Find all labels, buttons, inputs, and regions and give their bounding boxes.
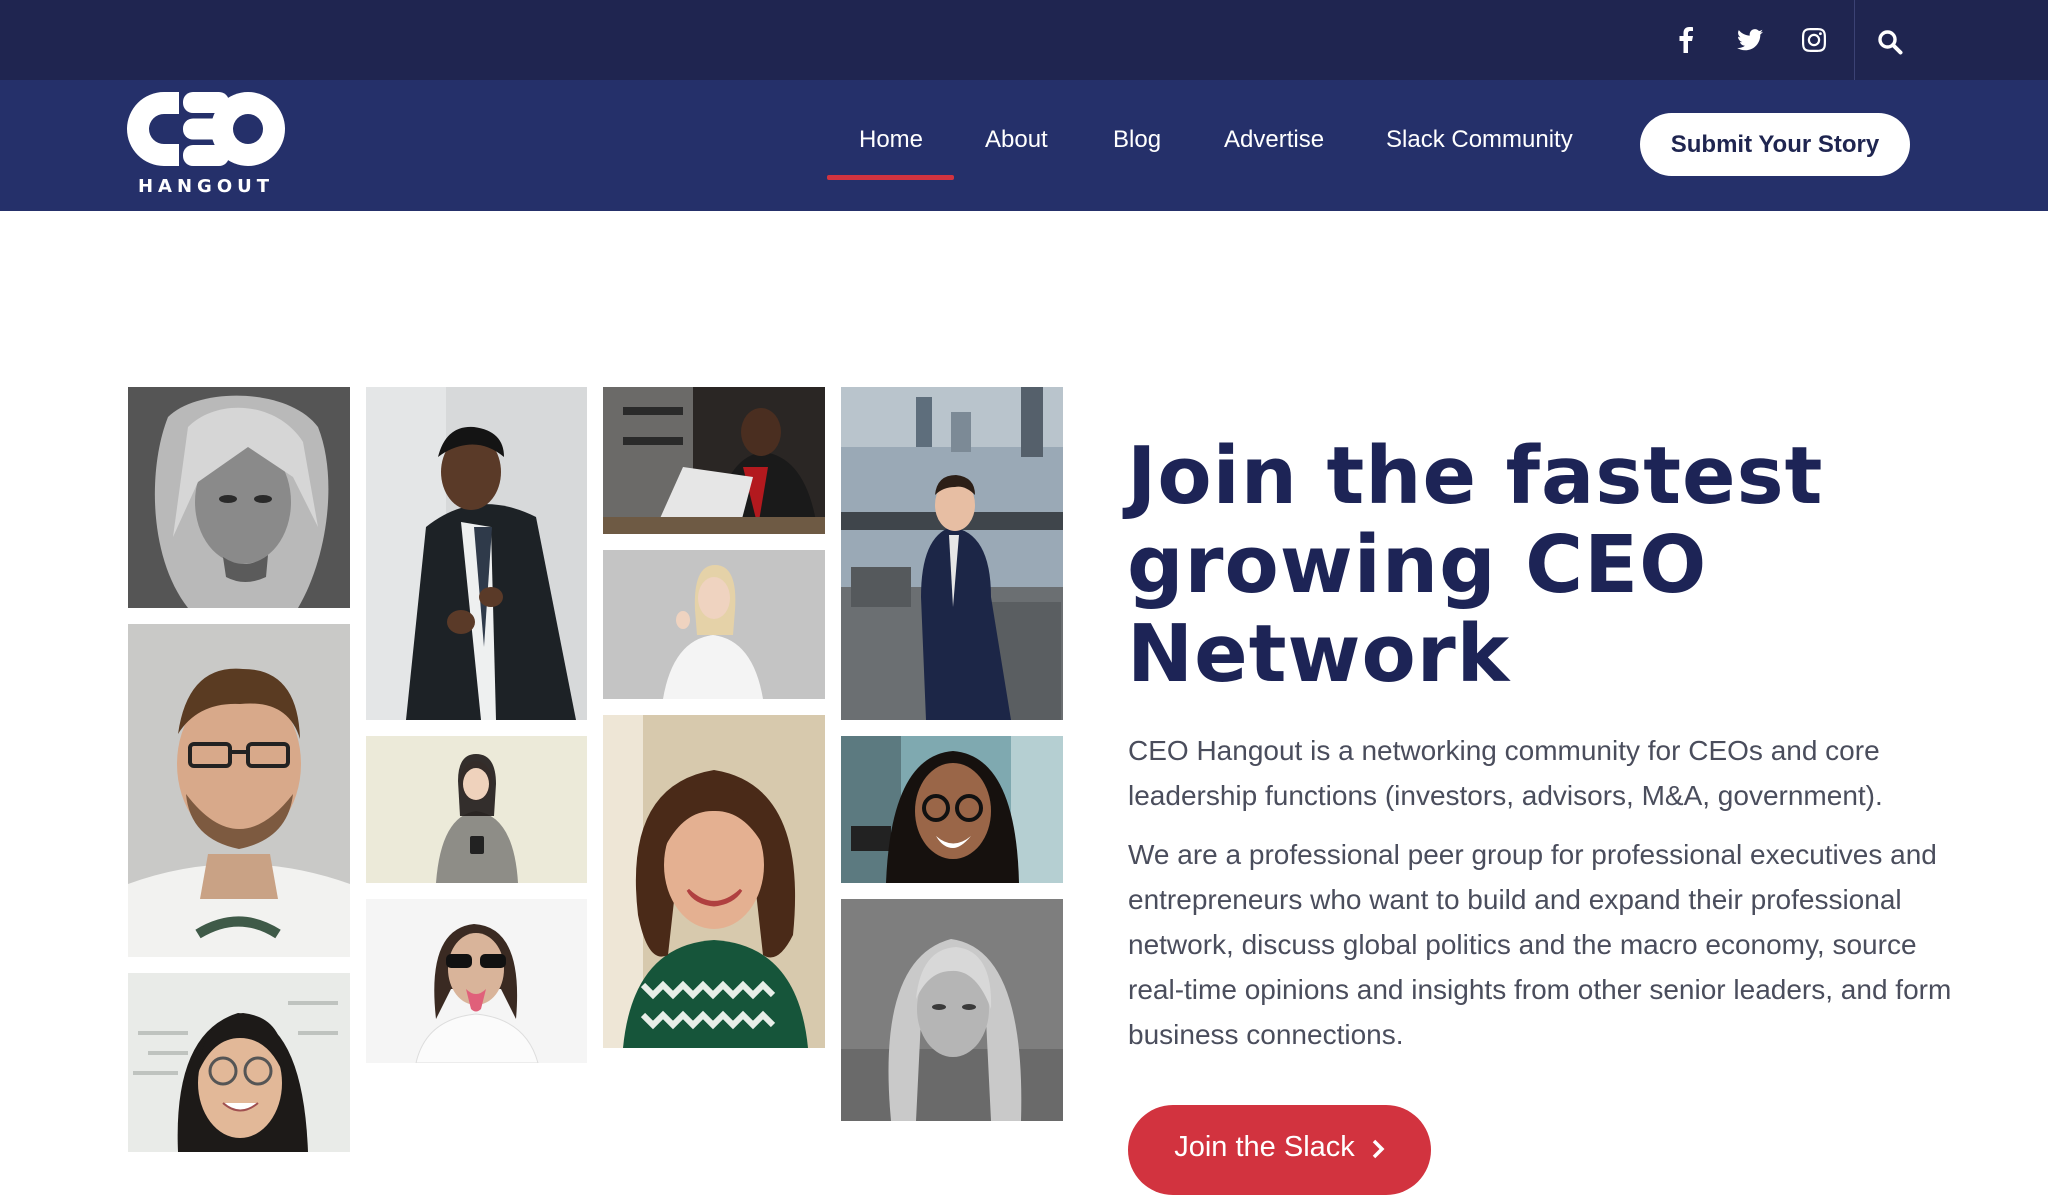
nav-home[interactable]: Home — [859, 126, 923, 160]
join-the-slack-button[interactable]: Join the Slack — [1128, 1105, 1431, 1195]
nav-blog[interactable]: Blog — [1113, 126, 1161, 160]
topbar-divider — [1854, 0, 1855, 80]
nav-advertise[interactable]: Advertise — [1224, 126, 1324, 160]
photo-woman-glasses-whiteboard — [128, 973, 350, 1152]
facebook-icon[interactable] — [1666, 0, 1706, 80]
nav-about[interactable]: About — [985, 126, 1048, 160]
photo-man-sunglasses — [366, 899, 587, 1063]
hero-title: Join the fastest growing CEO Network — [1127, 430, 1824, 700]
photo-smiling-man-glasses — [128, 624, 350, 957]
search-icon[interactable] — [1870, 22, 1910, 62]
photo-blonde-woman-bw — [841, 899, 1063, 1121]
ceo-hangout-logo[interactable]: HANGOUT — [127, 92, 285, 200]
photo-man-laptop — [603, 387, 825, 534]
join-the-slack-label: Join the Slack — [1174, 1131, 1355, 1163]
photo-woman-white-shirt — [603, 550, 825, 699]
submit-your-story-button[interactable]: Submit Your Story — [1640, 113, 1910, 176]
photo-man-long-hair-bw — [128, 387, 350, 608]
chevron-right-icon — [1371, 1131, 1385, 1167]
hero-intro-paragraph: CEO Hangout is a networking community fo… — [1128, 735, 1883, 811]
twitter-icon[interactable] — [1730, 0, 1770, 80]
nav-active-indicator — [827, 175, 954, 180]
photo-man-black-suit — [366, 387, 587, 720]
hero-description-paragraph: We are a professional peer group for pro… — [1128, 839, 1952, 1050]
photo-curly-hair-woman — [603, 715, 825, 1048]
logo-subtitle: HANGOUT — [137, 176, 275, 197]
top-utility-bar — [0, 0, 2048, 80]
instagram-icon[interactable] — [1794, 0, 1834, 80]
logo-mark-icon — [127, 92, 285, 166]
nav-slack-community[interactable]: Slack Community — [1386, 126, 1573, 160]
photo-woman-glasses-street — [841, 736, 1063, 883]
photo-woman-phone — [366, 736, 587, 883]
photo-man-navy-suit-city — [841, 387, 1063, 720]
